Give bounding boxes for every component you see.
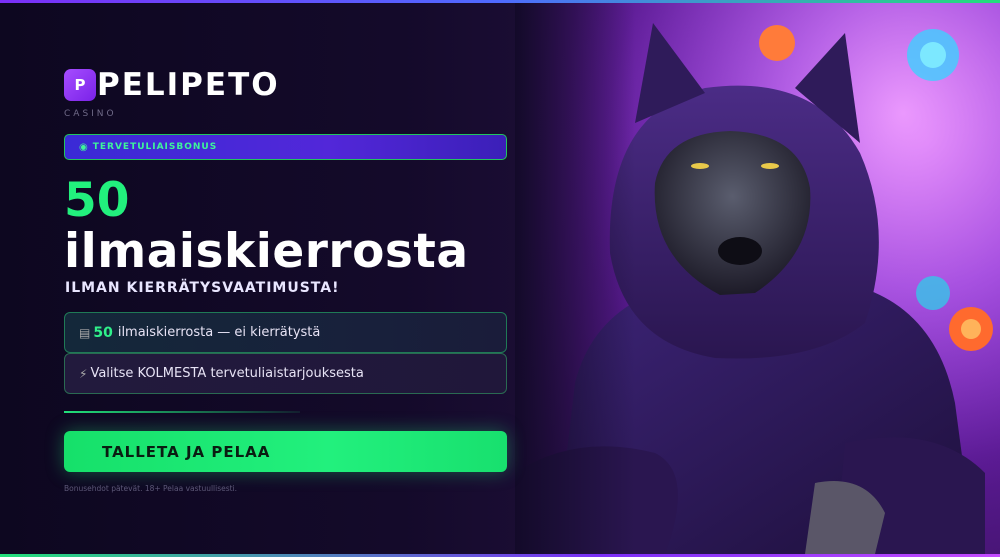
headline-subtitle: ILMAN KIERRÄTYSVAATIMUSTA! — [65, 280, 340, 296]
feature-text: ilmaiskierrosta — ei kierrätystä — [117, 325, 321, 340]
brand-logo[interactable]: P PELIPETO — [64, 67, 280, 103]
headline-text: ilmaiskierrosta — [64, 224, 469, 279]
headline-number: 50 — [64, 173, 130, 228]
candy-icon — [759, 25, 795, 61]
feature-free-spins: ▤ 50 ilmaiskierrosta — ei kierrätystä — [64, 312, 507, 353]
swirl-candy-icon — [916, 276, 950, 310]
lightning-icon: ⚡ — [79, 366, 88, 381]
bonus-badge: ◉ TERVETULIAISBONUS — [64, 134, 507, 160]
feature-highlight: 50 — [93, 324, 113, 341]
deposit-and-play-button[interactable]: TALLETA JA PELAA — [64, 431, 507, 472]
logo-badge-icon: P — [64, 69, 96, 101]
artwork-fade — [515, 3, 635, 554]
reel-icon: ▤ — [79, 325, 91, 340]
terms-fineprint: Bonusehdot pätevät. 18+ Pelaa vastuullis… — [64, 484, 238, 493]
bonus-badge-label: TERVETULIAISBONUS — [92, 142, 218, 152]
gift-icon: ◉ — [79, 141, 88, 153]
feature-choose-offer: ⚡ Valitse KOLMESTA tervetuliaistarjoukse… — [64, 353, 507, 394]
brand-tagline: CASINO — [64, 109, 117, 119]
feature-text: Valitse KOLMESTA tervetuliaistarjouksest… — [90, 366, 364, 381]
brand-name: PELIPETO — [97, 67, 280, 103]
hero-artwork — [515, 3, 1000, 554]
section-divider — [64, 411, 300, 413]
promo-banner: P PELIPETO CASINO ◉ TERVETULIAISBONUS 50… — [0, 0, 1000, 557]
